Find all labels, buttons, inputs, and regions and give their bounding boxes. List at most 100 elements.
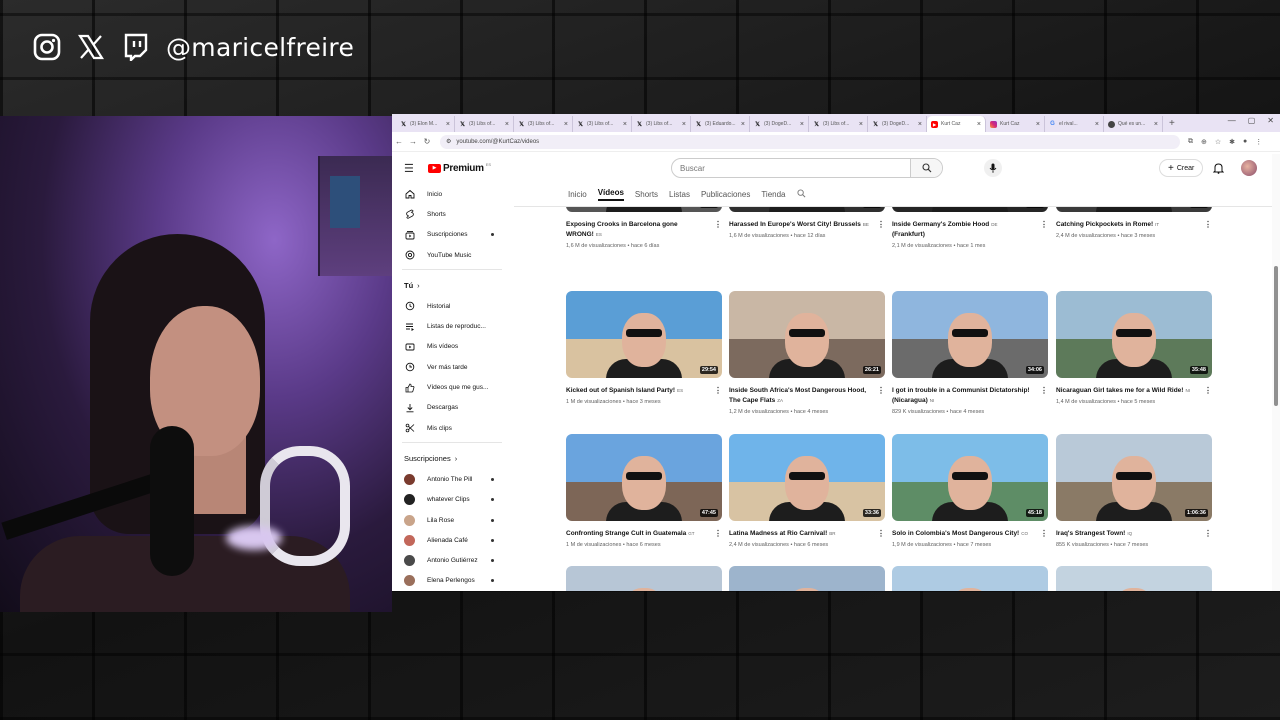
maximize-button[interactable]: ▢ [1248,116,1256,125]
create-button[interactable]: + Crear [1159,159,1204,177]
video-thumbnail[interactable] [566,566,722,591]
browser-menu-icon[interactable]: ⋮ [1255,138,1262,146]
sidebar-item-mis-clips[interactable]: Mis clips [392,418,510,438]
more-options-icon[interactable]: ⋮ [714,529,722,539]
extensions-icon[interactable]: ✱ [1229,138,1235,146]
more-options-icon[interactable]: ⋮ [1040,220,1048,230]
video-title[interactable]: Kicked out of Spanish Island Party! ES ⋮ [566,386,722,396]
video-card[interactable]: 40:40 Catching Pickpockets in Rome!IT ⋮ 2,4… [1056,207,1212,240]
video-title[interactable]: I got in trouble in a Communist Dictator… [892,386,1048,406]
more-options-icon[interactable]: ⋮ [877,220,885,230]
reload-button[interactable]: ↻ [420,137,434,146]
sidebar-item-vídeos-que-me-gus[interactable]: Vídeos que me gus... [392,377,510,397]
more-options-icon[interactable]: ⋮ [877,529,885,539]
video-card[interactable] [892,566,1048,591]
video-card[interactable]: 1:06:36 Iraq's Strangest Town! IQ ⋮ 855 K vi… [1056,434,1212,549]
tab-close-icon[interactable]: × [1154,121,1158,128]
video-thumbnail[interactable] [1056,566,1212,591]
video-card[interactable] [566,566,722,591]
tab-close-icon[interactable]: × [623,121,627,128]
video-title[interactable]: Inside South Africa's Most Dangerous Hoo… [729,386,885,406]
browser-tab[interactable]: 𝕏 (3) Libs of... × [514,116,573,132]
browser-tab[interactable]: Gel rival... × [1045,116,1104,132]
video-thumbnail[interactable]: 40:40 [1056,207,1212,212]
profile-icon[interactable]: ● [1243,138,1247,146]
video-thumbnail[interactable] [729,566,885,591]
browser-tab[interactable]: 𝕏 (3) Eduardo... × [691,116,750,132]
tab-close-icon[interactable]: × [800,121,804,128]
sidebar-item-ver-más-tarde[interactable]: Ver más tarde [392,357,510,377]
tab-publicaciones[interactable]: Publicaciones [701,190,750,199]
video-card[interactable]: 47:45 Confronting Strange Cult in Guatema… [566,434,722,549]
site-info-icon[interactable]: ⚙ [446,138,451,145]
tab-vídeos[interactable]: Vídeos [597,188,624,201]
tab-close-icon[interactable]: × [859,121,863,128]
new-tab-button[interactable]: + [1163,116,1181,132]
more-options-icon[interactable]: ⋮ [1204,529,1212,539]
video-title[interactable]: Latina Madness at Rio Carnival! BR ⋮ [729,529,885,539]
video-card[interactable]: 35:21 Harassed In Europe's Worst City! Br… [729,207,885,240]
sidebar-item-suscripciones[interactable]: Suscripciones [392,225,510,245]
tab-close-icon[interactable]: × [1095,121,1099,128]
browser-tab[interactable]: Kurt Caz × [986,116,1045,132]
tab-tienda[interactable]: Tienda [761,190,785,199]
sidebar-item-shorts[interactable]: Shorts [392,204,510,224]
sidebar-item-listas-de-reproduc[interactable]: Listas de reproduc... [392,316,510,336]
tab-close-icon[interactable]: × [505,121,509,128]
video-thumbnail[interactable]: 26:21 [729,291,885,378]
tab-close-icon[interactable]: × [918,121,922,128]
tab-close-icon[interactable]: × [682,121,686,128]
video-title[interactable]: Harassed In Europe's Worst City! Brussel… [729,220,885,230]
bookmark-icon[interactable]: ☆ [1215,138,1221,146]
tab-close-icon[interactable]: × [1036,121,1040,128]
hamburger-menu-icon[interactable]: ☰ [404,162,418,175]
subscriptions-section-heading[interactable]: Suscripciones › [392,447,510,469]
account-avatar[interactable] [1241,160,1257,176]
video-title[interactable]: Solo in Colombia's Most Dangerous City! C… [892,529,1048,539]
browser-tab[interactable]: 𝕏 (3) Elon M... × [396,116,455,132]
more-options-icon[interactable]: ⋮ [1204,220,1212,230]
search-input[interactable] [672,163,910,173]
minimize-button[interactable]: — [1228,116,1236,125]
more-options-icon[interactable]: ⋮ [714,220,722,230]
browser-tab[interactable]: 𝕏 (3) Libs of... × [573,116,632,132]
tab-shorts[interactable]: Shorts [635,190,658,199]
browser-tab[interactable]: 𝕏 (3) Libs of... × [632,116,691,132]
more-options-icon[interactable]: ⋮ [1204,386,1212,396]
voice-search-button[interactable] [984,159,1002,177]
you-section-heading[interactable]: Tú › [392,274,510,296]
video-card[interactable]: 29:54 Kicked out of Spanish Island Party!… [566,291,722,406]
video-card[interactable]: 33:36 Latina Madness at Rio Carnival! BR ⋮ 2… [729,434,885,549]
sidebar-item-antonio-gutiérrez[interactable]: Antonio Gutiérrez [392,550,510,570]
video-card[interactable]: 26:21 Inside South Africa's Most Dangerou… [729,291,885,416]
more-options-icon[interactable]: ⋮ [877,386,885,396]
video-card[interactable]: 35:48 Nicaraguan Girl takes me for a Wild… [1056,291,1212,406]
video-thumbnail[interactable]: 47:45 [566,434,722,521]
more-options-icon[interactable]: ⋮ [714,386,722,396]
zoom-icon[interactable]: ⊕ [1201,138,1207,146]
video-thumbnail[interactable]: 29:54 [566,291,722,378]
video-thumbnail[interactable]: 33:36 [729,434,885,521]
sidebar-item-lila-rose[interactable]: Lila Rose [392,510,510,530]
video-thumbnail[interactable] [892,566,1048,591]
sidebar-item-youtube-music[interactable]: YouTube Music [392,245,510,265]
sidebar-item-inicio[interactable]: Inicio [392,184,510,204]
video-thumbnail[interactable]: 35:21 [729,207,885,212]
browser-tab[interactable]: 𝕏 (3) DogeD... × [750,116,809,132]
back-button[interactable]: ← [392,137,406,146]
tab-inicio[interactable]: Inicio [568,190,587,199]
video-thumbnail[interactable]: 38:51 [566,207,722,212]
video-card[interactable]: 34:06 I got in trouble in a Communist Dic… [892,291,1048,416]
video-card[interactable]: 45:18 Solo in Colombia's Most Dangerous C… [892,434,1048,549]
forward-button[interactable]: → [406,137,420,146]
browser-tab[interactable]: 𝕏 (3) DogeD... × [868,116,927,132]
video-title[interactable]: Iraq's Strangest Town! IQ ⋮ [1056,529,1212,539]
video-thumbnail[interactable]: 34:06 [892,291,1048,378]
video-title[interactable]: Nicaraguan Girl takes me for a Wild Ride… [1056,386,1212,396]
scrollbar-thumb[interactable] [1274,266,1278,406]
video-thumbnail[interactable]: 1:06:36 [1056,434,1212,521]
video-title[interactable]: Inside Germany's Zombie Hood DE (Frankfurt… [892,220,1048,240]
video-title[interactable]: Exposing Crooks in Barcelona gone WRONG!… [566,220,722,240]
sidebar-item-whatever-clips[interactable]: whatever Clips [392,490,510,510]
sidebar-item-antonio-the-pill[interactable]: Antonio The Pill [392,469,510,489]
